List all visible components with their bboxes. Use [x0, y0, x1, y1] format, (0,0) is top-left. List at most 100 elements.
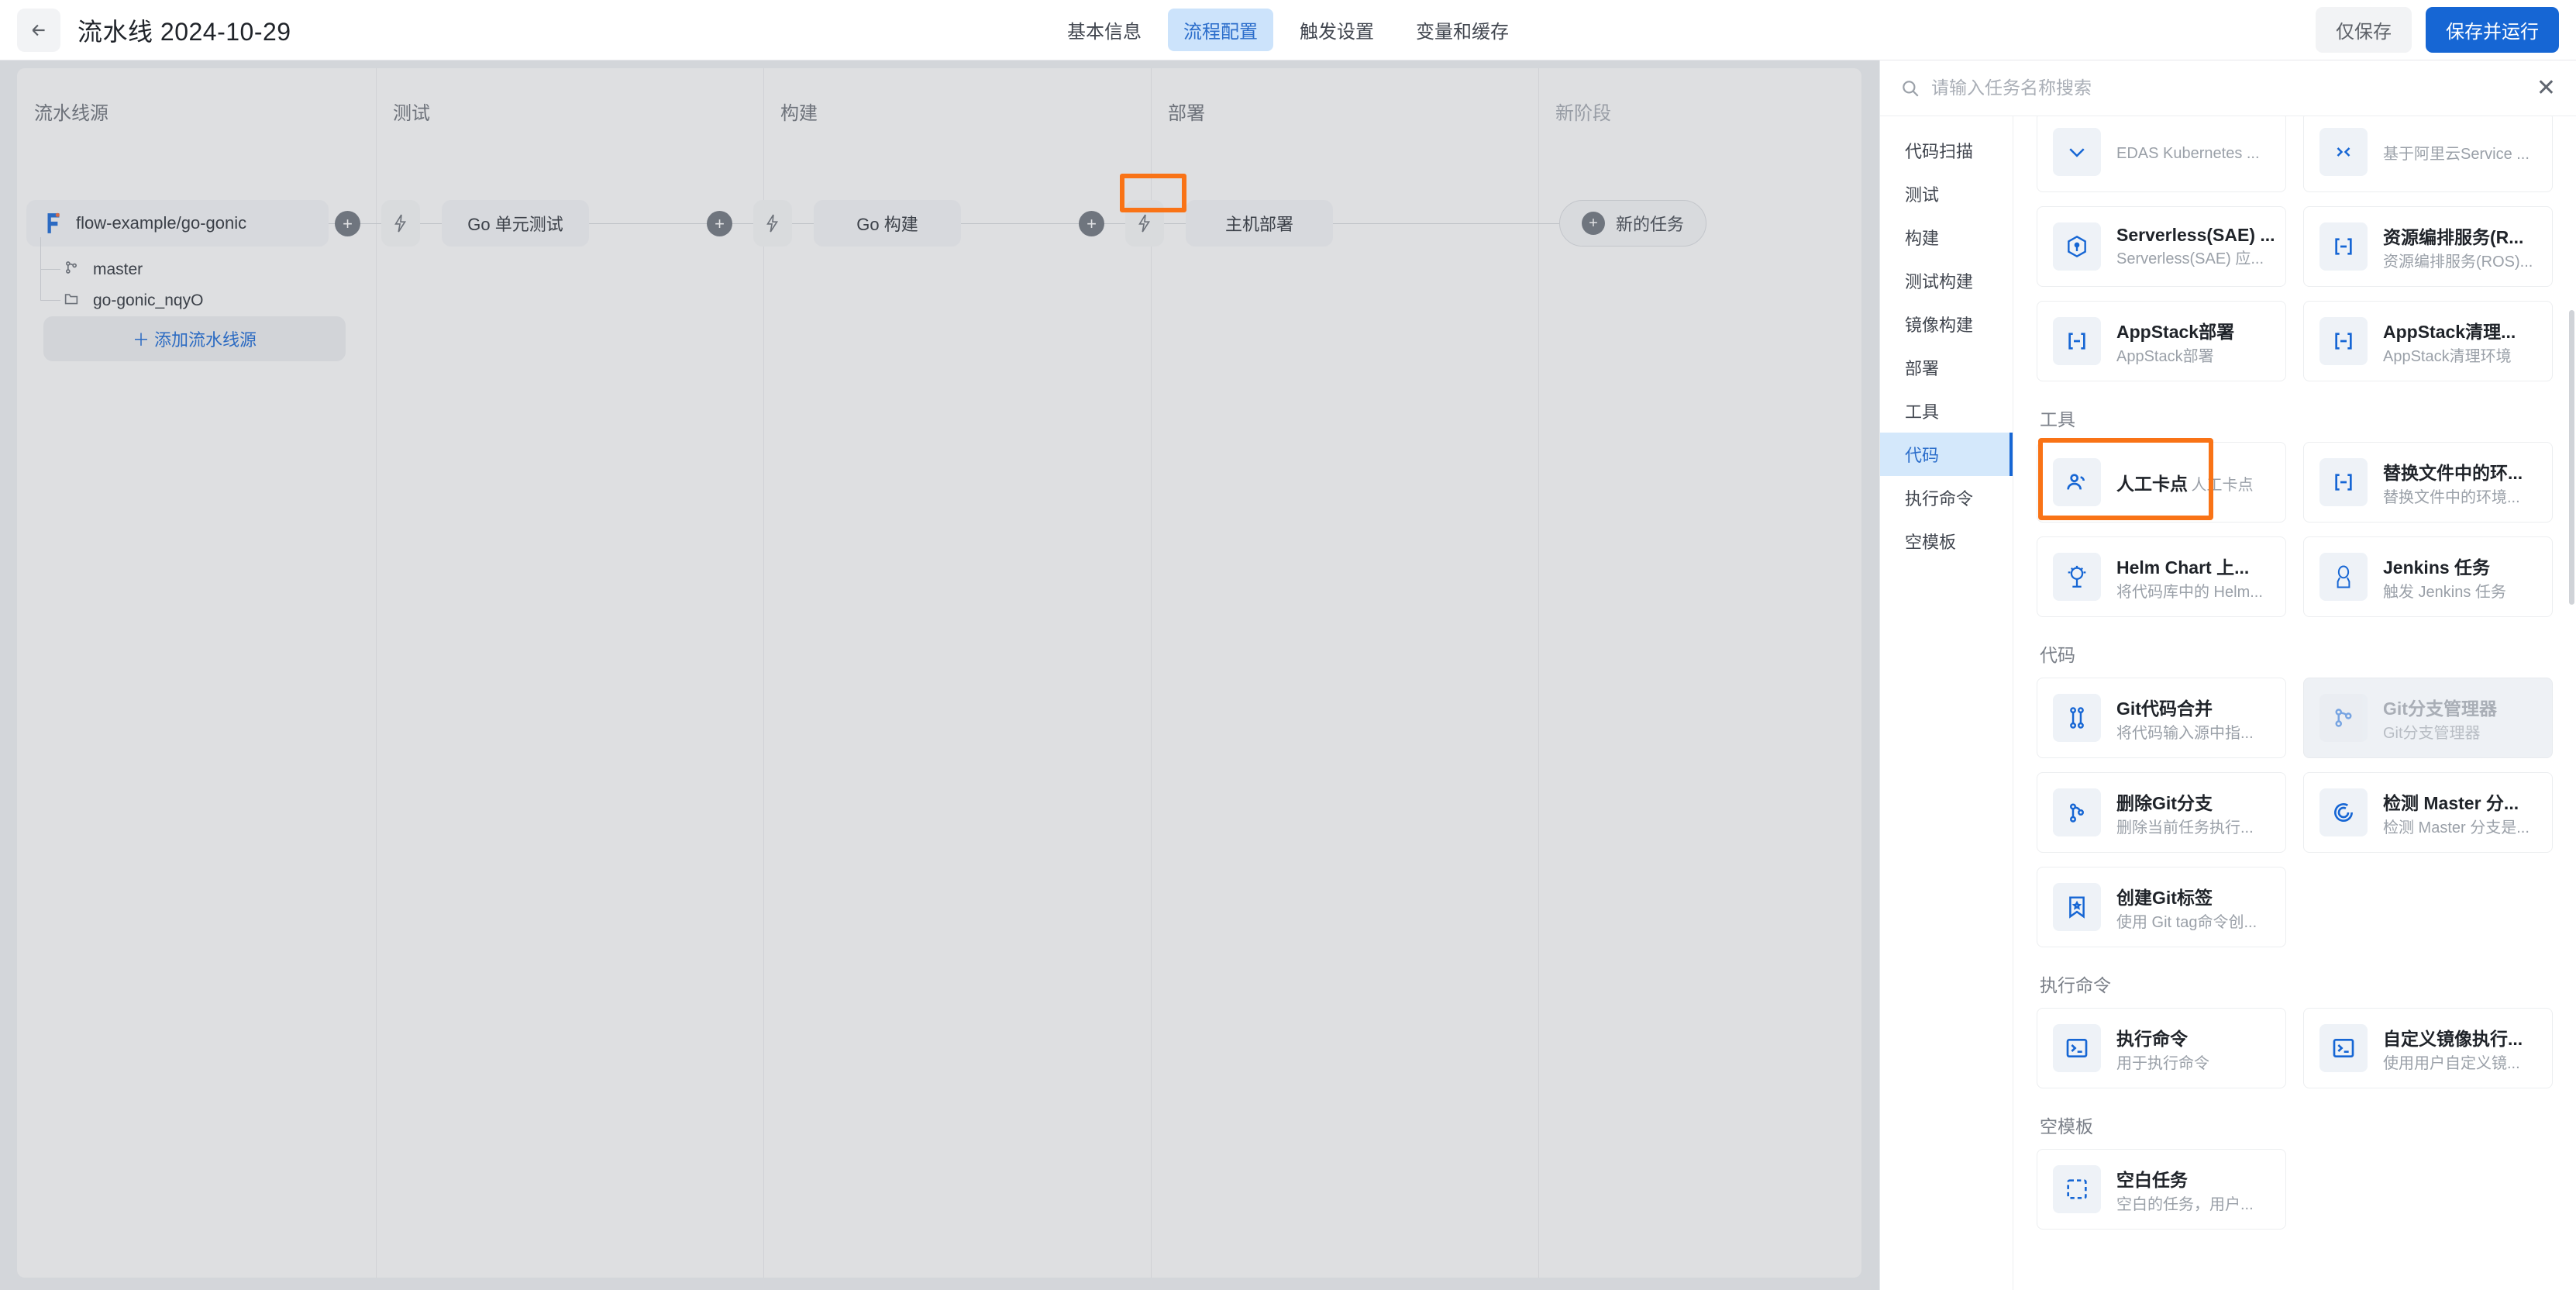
add-task-button-1[interactable]: +	[335, 211, 360, 236]
bolt-icon	[766, 214, 779, 233]
task-card-text: EDAS Kubernetes ...	[2116, 142, 2260, 163]
task-card-replace-env-in-file[interactable]: 替换文件中的环... 替换文件中的环境...	[2303, 442, 2553, 523]
pipeline-node-row: flow-example/go-gonic + Go 单元测试 + Go 构建 …	[17, 200, 1861, 247]
card-grid-blank-template: 空白任务 空白的任务，用户...	[2037, 1149, 2553, 1230]
task-card-delete-git-branch[interactable]: 删除Git分支 删除当前任务执行...	[2037, 772, 2286, 853]
tab-vars-cache[interactable]: 变量和缓存	[1400, 9, 1524, 51]
panel-body: 代码扫描 测试 构建 测试构建 镜像构建 部署 工具 代码 执行命令 空模板 E…	[1880, 116, 2576, 1290]
category-item-blank-template[interactable]: 空模板	[1880, 519, 2013, 563]
task-card-appstack-cleanup[interactable]: AppStack清理... AppStack清理环境	[2303, 301, 2553, 381]
category-item-code[interactable]: 代码	[1880, 433, 2013, 476]
task-card-serverless-sae[interactable]: Serverless(SAE) ... Serverless(SAE) 应...	[2037, 206, 2286, 287]
blank-task-icon	[2053, 1165, 2101, 1213]
task-card-check-master-branch[interactable]: 检测 Master 分... 检测 Master 分支是...	[2303, 772, 2553, 853]
trigger-bolt-3[interactable]	[1125, 200, 1164, 247]
tab-basic-info[interactable]: 基本信息	[1052, 9, 1157, 51]
task-card-desc: 使用用户自定义镜...	[2383, 1054, 2520, 1072]
stage-column-deploy	[1151, 68, 1538, 1278]
trigger-bolt-1[interactable]	[381, 200, 420, 247]
task-card-text: Jenkins 任务 触发 Jenkins 任务	[2383, 553, 2536, 602]
stage-column-new	[1538, 68, 1861, 1278]
pipeline-canvas[interactable]: 流水线源 测试 构建 部署 新阶段 flow-example/go-gonic …	[0, 60, 1879, 1290]
task-card-desc: 空白的任务，用户...	[2116, 1195, 2254, 1213]
users-icon	[2053, 458, 2101, 506]
search-input[interactable]	[1931, 78, 2526, 98]
appstack-icon	[2053, 317, 2101, 365]
close-icon[interactable]: ✕	[2536, 76, 2556, 100]
save-and-run-button[interactable]: 保存并运行	[2426, 7, 2559, 53]
new-task-label: 新的任务	[1616, 215, 1685, 234]
task-card-appstack-deploy[interactable]: AppStack部署 AppStack部署	[2037, 301, 2286, 381]
task-card-text: AppStack清理... AppStack清理环境	[2383, 317, 2536, 366]
card-grid-run-command: 执行命令 用于执行命令 自定义镜像执行... 使用用户自定义镜...	[2037, 1008, 2553, 1088]
connector-4	[1443, 223, 1559, 224]
tab-flow-config[interactable]: 流程配置	[1168, 9, 1273, 51]
git-branch-icon	[64, 260, 84, 280]
add-pipeline-source-button[interactable]: ＋ 添加流水线源	[43, 316, 346, 361]
panel-scrollbar[interactable]	[2569, 310, 2574, 605]
tab-trigger-settings[interactable]: 触发设置	[1284, 9, 1390, 51]
add-task-button-3[interactable]: +	[1079, 211, 1104, 236]
pipeline-source-node[interactable]: flow-example/go-gonic	[26, 200, 329, 247]
task-card-desc: 将代码库中的 Helm...	[2116, 583, 2263, 601]
back-button[interactable]	[17, 8, 60, 52]
source-branch-label: master	[93, 260, 143, 278]
task-node-go-unit-test[interactable]: Go 单元测试	[442, 200, 589, 247]
task-card-git-merge[interactable]: Git代码合并 将代码输入源中指...	[2037, 678, 2286, 758]
task-card-edas-kubernetes[interactable]: EDAS Kubernetes ...	[2037, 116, 2286, 192]
bolt-icon	[1138, 214, 1151, 233]
category-item-deploy[interactable]: 部署	[1880, 346, 2013, 389]
save-only-button[interactable]: 仅保存	[2316, 7, 2412, 53]
task-node-go-build[interactable]: Go 构建	[814, 200, 961, 247]
category-item-test-build[interactable]: 测试构建	[1880, 259, 2013, 302]
stage-column-build	[763, 68, 1151, 1278]
task-card-run-command[interactable]: 执行命令 用于执行命令	[2037, 1008, 2286, 1088]
panel-search-bar: ✕	[1880, 60, 2576, 116]
task-card-desc: 基于阿里云Service ...	[2383, 145, 2530, 163]
task-card-custom-image-run-command[interactable]: 自定义镜像执行... 使用用户自定义镜...	[2303, 1008, 2553, 1088]
task-card-manual-approval[interactable]: 人工卡点 人工卡点	[2037, 442, 2286, 523]
category-item-run-command[interactable]: 执行命令	[1880, 476, 2013, 519]
task-card-text: Helm Chart 上... 将代码库中的 Helm...	[2116, 553, 2270, 602]
helm-icon	[2053, 553, 2101, 601]
top-bar: 流水线 2024-10-29 基本信息 流程配置 触发设置 变量和缓存 仅保存 …	[0, 0, 2576, 60]
tag-icon	[2053, 883, 2101, 931]
task-card-jenkins-job[interactable]: Jenkins 任务 触发 Jenkins 任务	[2303, 536, 2553, 617]
task-card-helm-chart-upload[interactable]: Helm Chart 上... 将代码库中的 Helm...	[2037, 536, 2286, 617]
group-title-run-command: 执行命令	[2040, 975, 2111, 995]
category-item-tools[interactable]: 工具	[1880, 389, 2013, 433]
category-item-image-build[interactable]: 镜像构建	[1880, 302, 2013, 346]
trigger-bolt-2[interactable]	[753, 200, 792, 247]
category-item-test[interactable]: 测试	[1880, 172, 2013, 216]
task-card-desc: 替换文件中的环境...	[2383, 488, 2520, 506]
task-card-title: Git分支管理器	[2383, 698, 2497, 719]
source-branch-item[interactable]: master	[64, 254, 203, 285]
task-card-text: Serverless(SAE) ... Serverless(SAE) 应...	[2116, 225, 2275, 268]
task-card-create-git-tag[interactable]: 创建Git标签 使用 Git tag命令创...	[2037, 867, 2286, 947]
task-card-scroll-area[interactable]: EDAS Kubernetes ... 基于阿里云Service ... Ser…	[2013, 116, 2576, 1290]
stage-label-source: 流水线源	[34, 103, 108, 124]
task-card-git-branch-manager[interactable]: Git分支管理器 Git分支管理器	[2303, 678, 2553, 758]
git-merge-icon	[2053, 694, 2101, 742]
task-card-desc: 删除当前任务执行...	[2116, 819, 2254, 836]
category-item-build[interactable]: 构建	[1880, 216, 2013, 259]
task-node-host-deploy[interactable]: 主机部署	[1186, 200, 1333, 247]
task-card-ros[interactable]: 资源编排服务(R... 资源编排服务(ROS)...	[2303, 206, 2553, 287]
task-card-blank-task[interactable]: 空白任务 空白的任务，用户...	[2037, 1149, 2286, 1230]
task-card-text: 自定义镜像执行... 使用用户自定义镜...	[2383, 1024, 2536, 1073]
task-card-text: 检测 Master 分... 检测 Master 分支是...	[2383, 788, 2536, 837]
stage-label-test: 测试	[393, 103, 430, 124]
add-task-button-2[interactable]: +	[707, 211, 732, 236]
task-card-title: 人工卡点	[2116, 474, 2188, 494]
group-title-tools: 工具	[2040, 409, 2075, 429]
category-item-code-scan[interactable]: 代码扫描	[1880, 129, 2013, 172]
service-mesh-icon	[2319, 128, 2368, 176]
git-branch-icon	[2319, 694, 2368, 742]
source-folder-item[interactable]: go-gonic_nqyO	[64, 285, 203, 316]
source-tree: master go-gonic_nqyO	[40, 237, 203, 316]
task-card-title: Jenkins 任务	[2383, 557, 2491, 578]
task-card-desc: 检测 Master 分支是...	[2383, 819, 2530, 836]
new-task-button[interactable]: + 新的任务	[1559, 200, 1707, 247]
card-grid-tools: 人工卡点 人工卡点 替换文件中的环... 替换文件中的环境... Helm Ch…	[2037, 442, 2553, 617]
task-card-service-mesh[interactable]: 基于阿里云Service ...	[2303, 116, 2553, 192]
